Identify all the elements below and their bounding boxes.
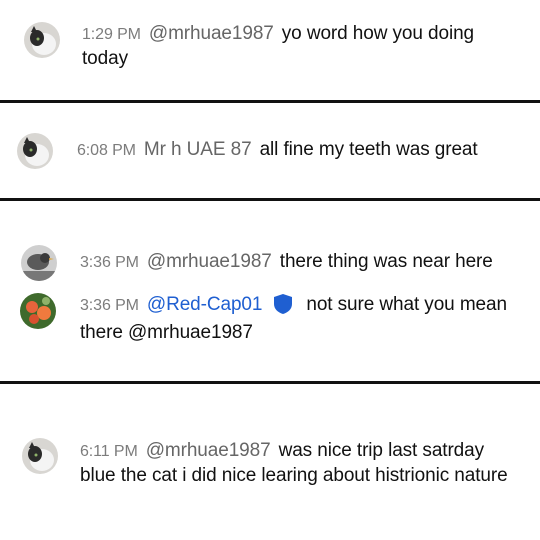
- chat-message: 1:29 PM @mrhuae1987 yo word how you doing …: [0, 0, 540, 100]
- moderator-shield-icon: [274, 294, 293, 321]
- message-body: 1:29 PM @mrhuae1987 yo word how you doing …: [82, 22, 522, 71]
- chat-message: 3:36 PM @mrhuae1987 there thing was near h…: [0, 201, 540, 281]
- message-body: 3:36 PM @Red-Cap01 not sure what you mean …: [80, 293, 525, 345]
- message-author[interactable]: @mrhuae1987: [146, 440, 271, 461]
- message-text: not sure what you mean there @mrhuae1987: [80, 294, 507, 343]
- cat-avatar-icon[interactable]: [24, 22, 60, 58]
- chat-message: 6:11 PM @mrhuae1987 was nice trip last sat…: [0, 384, 540, 540]
- message-body: 3:36 PM @mrhuae1987 there thing was near h…: [80, 250, 530, 275]
- cat-avatar-icon[interactable]: [17, 133, 53, 169]
- message-timestamp: 6:11 PM: [80, 443, 138, 460]
- message-author[interactable]: @Red-Cap01: [147, 294, 263, 315]
- flower-avatar-icon[interactable]: [20, 293, 56, 329]
- message-author[interactable]: Mr h UAE 87: [144, 139, 252, 160]
- message-timestamp: 1:29 PM: [82, 26, 141, 43]
- message-timestamp: 6:08 PM: [77, 142, 136, 159]
- cat-avatar-icon[interactable]: [22, 438, 58, 474]
- bird-avatar-icon[interactable]: [21, 245, 57, 281]
- message-text: was nice trip last satrday blue the cat …: [80, 440, 508, 486]
- message-author[interactable]: @mrhuae1987: [149, 23, 274, 44]
- message-author[interactable]: @mrhuae1987: [147, 251, 272, 272]
- message-body: 6:08 PM Mr h UAE 87 all fine my teeth was …: [77, 138, 527, 163]
- message-body: 6:11 PM @mrhuae1987 was nice trip last sat…: [80, 439, 520, 488]
- message-timestamp: 3:36 PM: [80, 297, 139, 314]
- message-text: all fine my teeth was great: [259, 139, 478, 160]
- message-timestamp: 3:36 PM: [80, 254, 139, 271]
- chat-message: 3:36 PM @Red-Cap01 not sure what you mean …: [0, 281, 540, 381]
- chat-message: 6:08 PM Mr h UAE 87 all fine my teeth was …: [0, 103, 540, 198]
- message-text: there thing was near here: [279, 251, 493, 272]
